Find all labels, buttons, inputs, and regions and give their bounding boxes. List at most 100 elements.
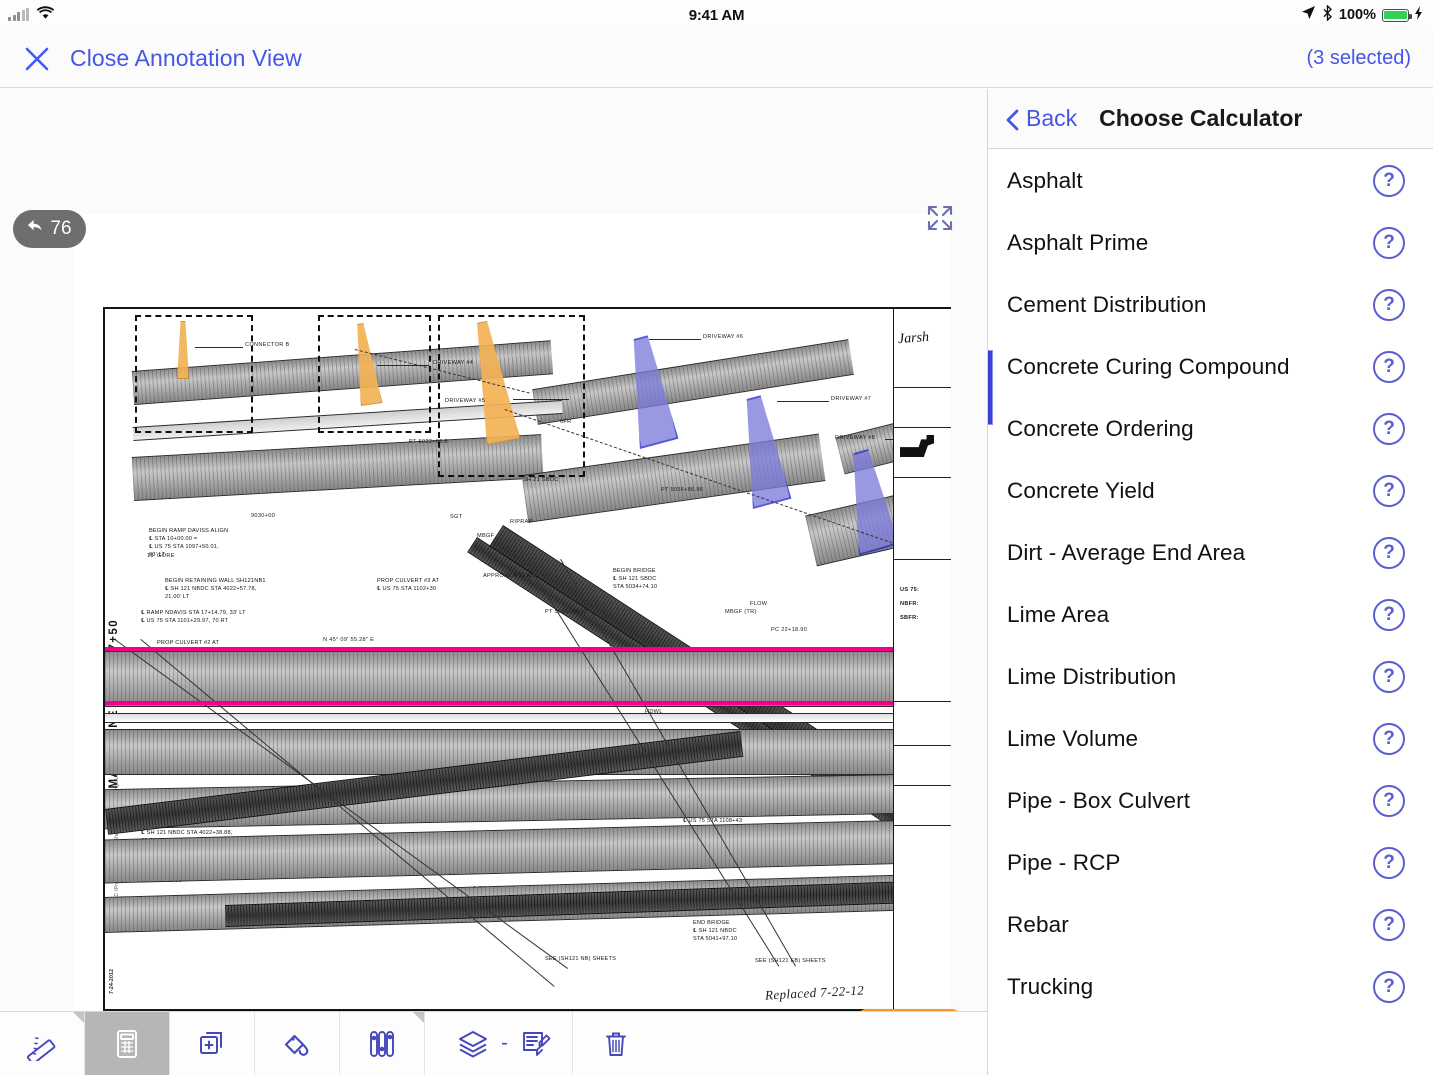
status-time: 9:41 AM	[688, 6, 745, 24]
calculator-row-pipe-box-culvert[interactable]: Pipe - Box Culvert ?	[988, 770, 1433, 832]
delete-tool[interactable]	[573, 1012, 658, 1075]
help-icon[interactable]: ?	[1373, 785, 1405, 817]
calculator-row-dirt-average-end-area[interactable]: Dirt - Average End Area ?	[988, 522, 1433, 584]
add-page-tool[interactable]	[170, 1012, 255, 1075]
callout-driveway-8: DRIVEWAY #8	[835, 435, 876, 441]
help-icon[interactable]: ?	[1373, 847, 1405, 879]
fill-color-tool[interactable]	[255, 1012, 340, 1075]
help-icon[interactable]: ?	[1373, 661, 1405, 693]
pink-highlight-annotation[interactable]	[105, 647, 951, 705]
callout-6fr: 6FR	[560, 419, 572, 425]
help-icon[interactable]: ?	[1373, 351, 1405, 383]
selection-status: (3 selected)	[1306, 47, 1412, 69]
panel-header: Back Choose Calculator	[988, 89, 1433, 149]
callout-pt-5038: PT 5038+29.22	[545, 609, 588, 615]
callout-driveway-6: DRIVEWAY #6	[703, 334, 744, 340]
calculator-label: Lime Volume	[1007, 726, 1139, 751]
tb-nbfr: NBFR:	[900, 601, 919, 607]
calculator-label: Lime Distribution	[1007, 664, 1177, 689]
callout-sgt: SGT	[450, 514, 463, 520]
note-culvert-3: PROP CULVERT #3 AT ℄ US 75 STA 1102+30	[377, 578, 440, 592]
help-icon[interactable]: ?	[1373, 165, 1405, 197]
calculator-row-lime-distribution[interactable]: Lime Distribution ?	[988, 646, 1433, 708]
scroll-indicator[interactable]	[988, 350, 993, 425]
help-icon[interactable]: ?	[1373, 289, 1405, 321]
calculator-row-rebar[interactable]: Rebar ?	[988, 894, 1433, 956]
panel-title: Choose Calculator	[1099, 105, 1303, 131]
charging-bolt-icon	[1415, 5, 1423, 25]
calculator-row-concrete-curing-compound[interactable]: Concrete Curing Compound ?	[988, 336, 1433, 398]
calculator-label: Asphalt Prime	[1007, 230, 1149, 255]
paint-fill-icon	[280, 1027, 314, 1061]
calculator-label: Concrete Curing Compound	[1007, 354, 1290, 379]
help-icon[interactable]: ?	[1373, 227, 1405, 259]
callout-riprap: RIPRAP	[510, 519, 533, 525]
help-icon[interactable]: ?	[1373, 475, 1405, 507]
txdot-logo-icon	[900, 435, 934, 457]
callout-driveway-7: DRIVEWAY #7	[831, 396, 872, 402]
close-annotation-view-button[interactable]: Close Annotation View	[22, 44, 302, 74]
callout-9030: 9030+00	[251, 513, 276, 519]
close-x-icon[interactable]	[22, 44, 52, 74]
callout-pc-22-18: PC 22+18.90	[771, 627, 808, 633]
battery-percent: 100%	[1338, 7, 1376, 23]
row-box-1	[135, 315, 253, 433]
drawing-viewer[interactable]: 76 MATCHLINE STA 1097+50 MATCHLINE STA 1…	[0, 89, 987, 1011]
layers-stack-icon[interactable]	[455, 1028, 491, 1060]
calculator-row-trucking[interactable]: Trucking ?	[988, 956, 1433, 1018]
calculator-row-cement-distribution[interactable]: Cement Distribution ?	[988, 274, 1433, 336]
status-bar-center: 9:41 AM	[0, 0, 1433, 30]
calculator-label: Dirt - Average End Area	[1007, 540, 1246, 565]
callout-bearing: N 45° 09' 55.28" E	[323, 637, 375, 643]
calculator-label: Concrete Ordering	[1007, 416, 1194, 441]
note-begin-bridge: BEGIN BRIDGE ℄ SH 121 SBDC STA 5034+74.1…	[613, 568, 658, 590]
callout-driveway-5: DRIVEWAY #5	[445, 398, 486, 404]
adjust-settings-tool[interactable]	[340, 1012, 425, 1075]
signature: Jarsh	[897, 329, 930, 348]
tool-corner-indicator	[413, 1012, 424, 1023]
help-icon[interactable]: ?	[1373, 599, 1405, 631]
callout-driveway-4: DRIVEWAY #4	[433, 360, 474, 366]
plan-sheet[interactable]: MATCHLINE STA 1097+50 MATCHLINE STA 1109…	[73, 214, 960, 1011]
help-icon[interactable]: ?	[1373, 723, 1405, 755]
layers-markup-group[interactable]: -	[425, 1012, 573, 1075]
calculator-label: Pipe - RCP	[1007, 850, 1121, 875]
note-begin-ramp: BEGIN RAMP DAVISS ALIGN ℄ STA 10+00.00 =…	[149, 528, 229, 558]
calculator-row-pipe-rcp[interactable]: Pipe - RCP ?	[988, 832, 1433, 894]
sliders-icon	[365, 1027, 399, 1061]
help-icon[interactable]: ?	[1373, 909, 1405, 941]
calculator-row-asphalt[interactable]: Asphalt ?	[988, 150, 1433, 212]
calculator-label: Asphalt	[1007, 168, 1083, 193]
help-icon[interactable]: ?	[1373, 971, 1405, 1003]
app-root: 9:41 AM 100% Close Annotation View (3 se…	[0, 0, 1433, 1075]
calculator-tool[interactable]	[85, 1012, 170, 1075]
measure-ruler-tool[interactable]	[0, 1012, 85, 1075]
help-icon[interactable]: ?	[1373, 413, 1405, 445]
content-area: 76 MATCHLINE STA 1097+50 MATCHLINE STA 1…	[0, 89, 1433, 1075]
page-number-label: 76	[50, 218, 72, 239]
tb-us75: US 75:	[900, 587, 920, 593]
help-icon[interactable]: ?	[1373, 537, 1405, 569]
calculator-row-concrete-ordering[interactable]: Concrete Ordering ?	[988, 398, 1433, 460]
callout-mbgf: MBGF	[477, 533, 495, 539]
calculator-label: Pipe - Box Culvert	[1007, 788, 1191, 813]
calculator-row-lime-area[interactable]: Lime Area ?	[988, 584, 1433, 646]
markup-edit-icon[interactable]	[518, 1028, 552, 1060]
note-end-bridge: END BRIDGE ℄ SH 121 NBDC STA 5041+97.10	[693, 920, 738, 942]
back-button[interactable]: Back	[1003, 105, 1077, 132]
toolbar-filler	[658, 1012, 987, 1075]
expand-fullscreen-icon[interactable]	[921, 199, 959, 237]
calculator-label: Concrete Yield	[1007, 478, 1155, 503]
chevron-left-icon	[1003, 108, 1022, 130]
status-bar: 9:41 AM 100%	[0, 0, 1433, 30]
calculator-row-concrete-yield[interactable]: Concrete Yield ?	[988, 460, 1433, 522]
calculator-icon	[110, 1027, 144, 1061]
calculator-list[interactable]: Asphalt ? Asphalt Prime ? Cement Distrib…	[988, 150, 1433, 1075]
page-number-badge[interactable]: 76	[13, 210, 86, 248]
bluetooth-icon	[1322, 3, 1333, 26]
callout-pt-5022: PT 5022+66.8	[409, 439, 448, 445]
close-annotation-view-label: Close Annotation View	[70, 45, 302, 71]
calculator-row-asphalt-prime[interactable]: Asphalt Prime ?	[988, 212, 1433, 274]
calculator-row-lime-volume[interactable]: Lime Volume ?	[988, 708, 1433, 770]
callout-mbgf-tr: MBGF (TR)	[725, 609, 757, 615]
